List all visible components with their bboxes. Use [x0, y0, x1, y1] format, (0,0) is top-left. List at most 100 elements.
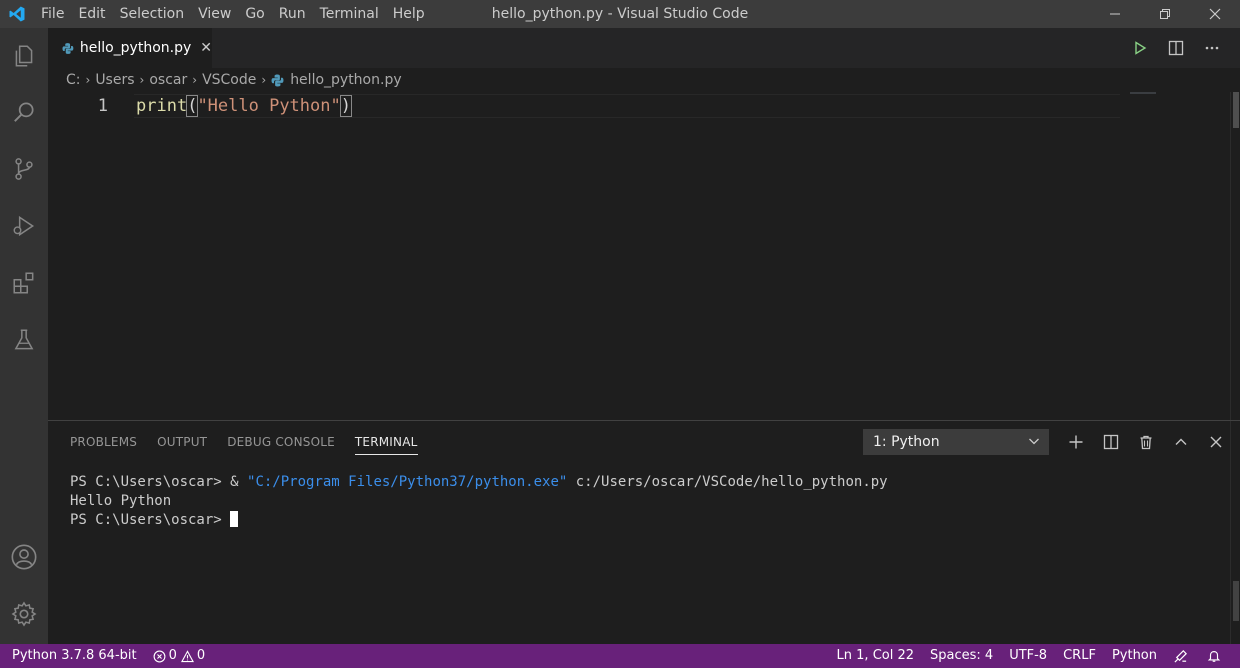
split-editor-button[interactable]	[1158, 28, 1194, 68]
account-icon	[11, 544, 37, 570]
minimize-icon	[1110, 13, 1120, 15]
split-terminal-icon	[1103, 434, 1118, 450]
panel-tabs: PROBLEMS OUTPUT DEBUG CONSOLE TERMINAL	[60, 421, 428, 463]
manage-gear-icon	[11, 601, 37, 627]
editor-scrollbar[interactable]	[1230, 92, 1240, 420]
menu-file[interactable]: File	[34, 0, 71, 28]
close-icon	[1209, 8, 1221, 20]
tab-close-icon[interactable]: ✕	[200, 40, 212, 56]
bottom-panel: PROBLEMS OUTPUT DEBUG CONSOLE TERMINAL 1…	[48, 420, 1240, 645]
terminal-script-arg: c:/Users/oscar/VSCode/hello_python.py	[567, 474, 888, 490]
breadcrumb-vscode[interactable]: VSCode	[202, 72, 256, 88]
search-icon	[14, 102, 34, 122]
bell-icon	[1207, 651, 1221, 662]
token-close-paren: )	[339, 95, 353, 117]
terminal-python-path: "C:/Program Files/Python37/python.exe"	[247, 474, 568, 490]
split-editor-icon	[1168, 40, 1184, 56]
python-interpreter-status[interactable]: Python 3.7.8 64-bit	[12, 644, 145, 668]
explorer-icon	[15, 45, 33, 67]
token-open-paren: (	[186, 95, 199, 117]
tab-terminal[interactable]: TERMINAL	[354, 421, 418, 463]
new-terminal-button[interactable]	[1058, 429, 1093, 455]
trash-icon	[1140, 435, 1151, 450]
menu-terminal[interactable]: Terminal	[313, 0, 386, 28]
feedback-button[interactable]	[1165, 644, 1199, 668]
activity-manage[interactable]	[0, 590, 48, 638]
code-line[interactable]: print("Hello Python")	[136, 94, 353, 118]
more-actions-button[interactable]	[1194, 28, 1230, 68]
tab-problems[interactable]: PROBLEMS	[70, 421, 137, 463]
problems-status[interactable]: 0 0	[145, 644, 214, 668]
warning-count: 0	[196, 648, 206, 663]
menu-help[interactable]: Help	[386, 0, 432, 28]
menu-bar: File Edit Selection View Go Run Terminal…	[34, 0, 432, 28]
status-bar: Python 3.7.8 64-bit 0 0 Ln 1, Col 22 Spa…	[0, 644, 1240, 668]
chevron-right-icon: ›	[192, 73, 198, 87]
terminal-prompt: PS C:\Users\oscar> &	[70, 474, 248, 490]
editor-tab-hello-python[interactable]: hello_python.py ✕	[48, 28, 212, 68]
editor-tab-bar: hello_python.py ✕	[48, 28, 1240, 68]
run-python-file-button[interactable]	[1122, 28, 1158, 68]
menu-view[interactable]: View	[191, 0, 238, 28]
window-controls	[1090, 0, 1240, 28]
source-control-icon	[15, 158, 33, 180]
tab-output[interactable]: OUTPUT	[157, 421, 207, 463]
feedback-icon	[1174, 649, 1187, 663]
breadcrumb: C: › Users › oscar › VSCode › hello_pyth…	[48, 68, 1240, 92]
menu-selection[interactable]: Selection	[113, 0, 192, 28]
terminal-output-line: Hello Python	[70, 493, 172, 509]
error-count: 0	[168, 648, 177, 663]
notifications-button[interactable]	[1199, 644, 1232, 668]
chevron-down-icon	[1029, 438, 1039, 445]
activity-testing[interactable]	[0, 316, 48, 364]
language-mode-status[interactable]: Python	[1104, 644, 1165, 668]
token-function: print	[136, 96, 188, 116]
panel-scrollbar[interactable]	[1230, 421, 1240, 645]
line-number: 1	[97, 96, 108, 116]
vscode-logo-icon	[0, 0, 34, 28]
menu-run[interactable]: Run	[272, 0, 313, 28]
code-editor[interactable]: 1 print("Hello Python")	[48, 92, 1240, 420]
terminal-cursor	[230, 511, 239, 527]
breadcrumb-users[interactable]: Users	[95, 72, 134, 88]
cursor-position-status[interactable]: Ln 1, Col 22	[829, 644, 922, 668]
split-terminal-button[interactable]	[1093, 429, 1128, 455]
activity-search[interactable]	[0, 88, 48, 136]
encoding-status[interactable]: UTF-8	[1001, 644, 1055, 668]
indentation-status[interactable]: Spaces: 4	[922, 644, 1001, 668]
restore-button[interactable]	[1140, 0, 1190, 28]
ellipsis-icon	[1205, 46, 1219, 50]
breadcrumb-file[interactable]: hello_python.py	[290, 72, 401, 88]
terminal-output[interactable]: PS C:\Users\oscar> & "C:/Program Files/P…	[70, 473, 888, 530]
plus-icon	[1069, 435, 1082, 449]
terminal-select-value: 1: Python	[873, 434, 940, 450]
activity-accounts[interactable]	[0, 533, 48, 581]
menu-go[interactable]: Go	[238, 0, 271, 28]
close-panel-button[interactable]	[1198, 429, 1233, 455]
close-window-button[interactable]	[1190, 0, 1240, 28]
editor-actions	[1122, 28, 1230, 68]
chevron-right-icon: ›	[139, 73, 145, 87]
kill-terminal-button[interactable]	[1128, 429, 1163, 455]
tab-debug-console[interactable]: DEBUG CONSOLE	[227, 421, 335, 463]
eol-status[interactable]: CRLF	[1055, 644, 1104, 668]
activity-source-control[interactable]	[0, 145, 48, 193]
chevron-right-icon: ›	[85, 73, 91, 87]
activity-run-debug[interactable]	[0, 202, 48, 250]
editor-scrollbar-thumb[interactable]	[1233, 92, 1239, 128]
minimize-button[interactable]	[1090, 0, 1140, 28]
maximize-panel-button[interactable]	[1163, 429, 1198, 455]
close-icon	[1210, 436, 1221, 448]
activity-extensions[interactable]	[0, 259, 48, 307]
python-file-icon	[271, 74, 284, 86]
menu-edit[interactable]: Edit	[71, 0, 112, 28]
terminal-select[interactable]: 1: Python	[863, 429, 1049, 455]
breadcrumb-oscar[interactable]: oscar	[149, 72, 187, 88]
testing-flask-icon	[14, 329, 34, 350]
restore-icon	[1160, 9, 1170, 19]
activity-explorer[interactable]	[0, 32, 48, 80]
token-string: "Hello Python"	[197, 96, 341, 116]
breadcrumb-drive[interactable]: C:	[66, 72, 81, 88]
error-icon	[153, 650, 166, 662]
panel-scrollbar-thumb[interactable]	[1233, 581, 1239, 621]
